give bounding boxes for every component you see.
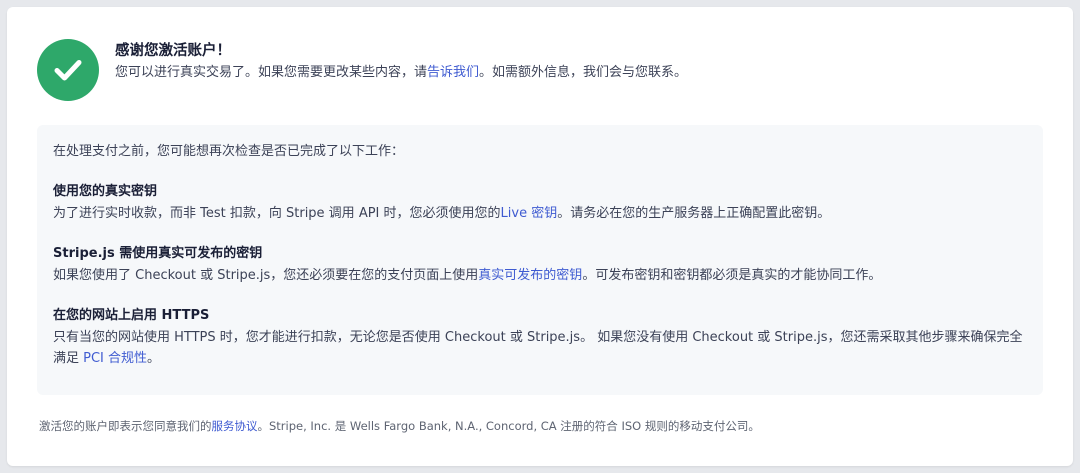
section-body-text: 为了进行实时收款，而非 Test 扣款，向 Stripe 调用 API 时，您必… <box>53 206 501 221</box>
section-title: Stripe.js 需使用真实可发布的密钥 <box>53 246 263 261</box>
section-body: 只有当您的网站使用 HTTPS 时，您才能进行扣款，无论您是否使用 Checko… <box>53 327 1027 369</box>
section-body-text: 只有当您的网站使用 HTTPS 时，您才能进行扣款，无论您是否使用 Checko… <box>53 330 1023 366</box>
footer-note: 激活您的账户即表示您同意我们的服务协议。Stripe, Inc. 是 Wells… <box>39 417 760 435</box>
activation-card: 感谢您激活账户！ 您可以进行真实交易了。如果您需要更改某些内容，请告诉我们。如需… <box>7 7 1073 466</box>
checkmark-icon <box>54 60 82 81</box>
footer-text: 激活您的账户即表示您同意我们的 <box>39 419 212 433</box>
section-body-text-end: 。可发布密钥和密钥都必须是真实的才能协同工作。 <box>582 268 882 283</box>
section-live-keys: 使用您的真实密钥 为了进行实时收款，而非 Test 扣款，向 Stripe 调用… <box>53 182 1027 224</box>
pci-compliance-link[interactable]: PCI 合规性 <box>83 351 147 366</box>
subtitle-text: 您可以进行真实交易了。如果您需要更改某些内容，请 <box>115 65 428 80</box>
section-body-text-end: 。 <box>147 351 161 366</box>
section-title: 使用您的真实密钥 <box>53 184 158 199</box>
section-https: 在您的网站上启用 HTTPS 只有当您的网站使用 HTTPS 时，您才能进行扣款… <box>53 306 1027 369</box>
page-subtitle: 您可以进行真实交易了。如果您需要更改某些内容，请告诉我们。如需额外信息，我们会与… <box>115 63 687 83</box>
footer-text-end: 。Stripe, Inc. 是 Wells Fargo Bank, N.A., … <box>257 419 760 433</box>
checklist-panel: 在处理支付之前，您可能想再次检查是否已完成了以下工作： 使用您的真实密钥 为了进… <box>37 125 1043 395</box>
header: 感谢您激活账户！ 您可以进行真实交易了。如果您需要更改某些内容，请告诉我们。如需… <box>37 39 687 101</box>
publishable-key-link[interactable]: 真实可发布的密钥 <box>478 268 582 283</box>
tell-us-link[interactable]: 告诉我们 <box>427 65 479 80</box>
section-publishable-key: Stripe.js 需使用真实可发布的密钥 如果您使用了 Checkout 或 … <box>53 244 1027 286</box>
subtitle-text-end: 。如需额外信息，我们会与您联系。 <box>479 65 688 80</box>
section-body: 为了进行实时收款，而非 Test 扣款，向 Stripe 调用 API 时，您必… <box>53 203 1027 224</box>
checklist-intro: 在处理支付之前，您可能想再次检查是否已完成了以下工作： <box>53 144 405 159</box>
section-body-text: 如果您使用了 Checkout 或 Stripe.js，您还必须要在您的支付页面… <box>53 268 479 283</box>
live-keys-link[interactable]: Live 密钥 <box>501 206 558 221</box>
section-title: 在您的网站上启用 HTTPS <box>53 308 210 323</box>
section-body-text-end: 。请务必在您的生产服务器上正确配置此密钥。 <box>557 206 831 221</box>
section-body: 如果您使用了 Checkout 或 Stripe.js，您还必须要在您的支付页面… <box>53 265 1027 286</box>
page-title: 感谢您激活账户！ <box>115 43 231 59</box>
check-circle-icon <box>37 39 99 101</box>
service-agreement-link[interactable]: 服务协议 <box>212 419 258 433</box>
header-text: 感谢您激活账户！ 您可以进行真实交易了。如果您需要更改某些内容，请告诉我们。如需… <box>115 41 687 83</box>
